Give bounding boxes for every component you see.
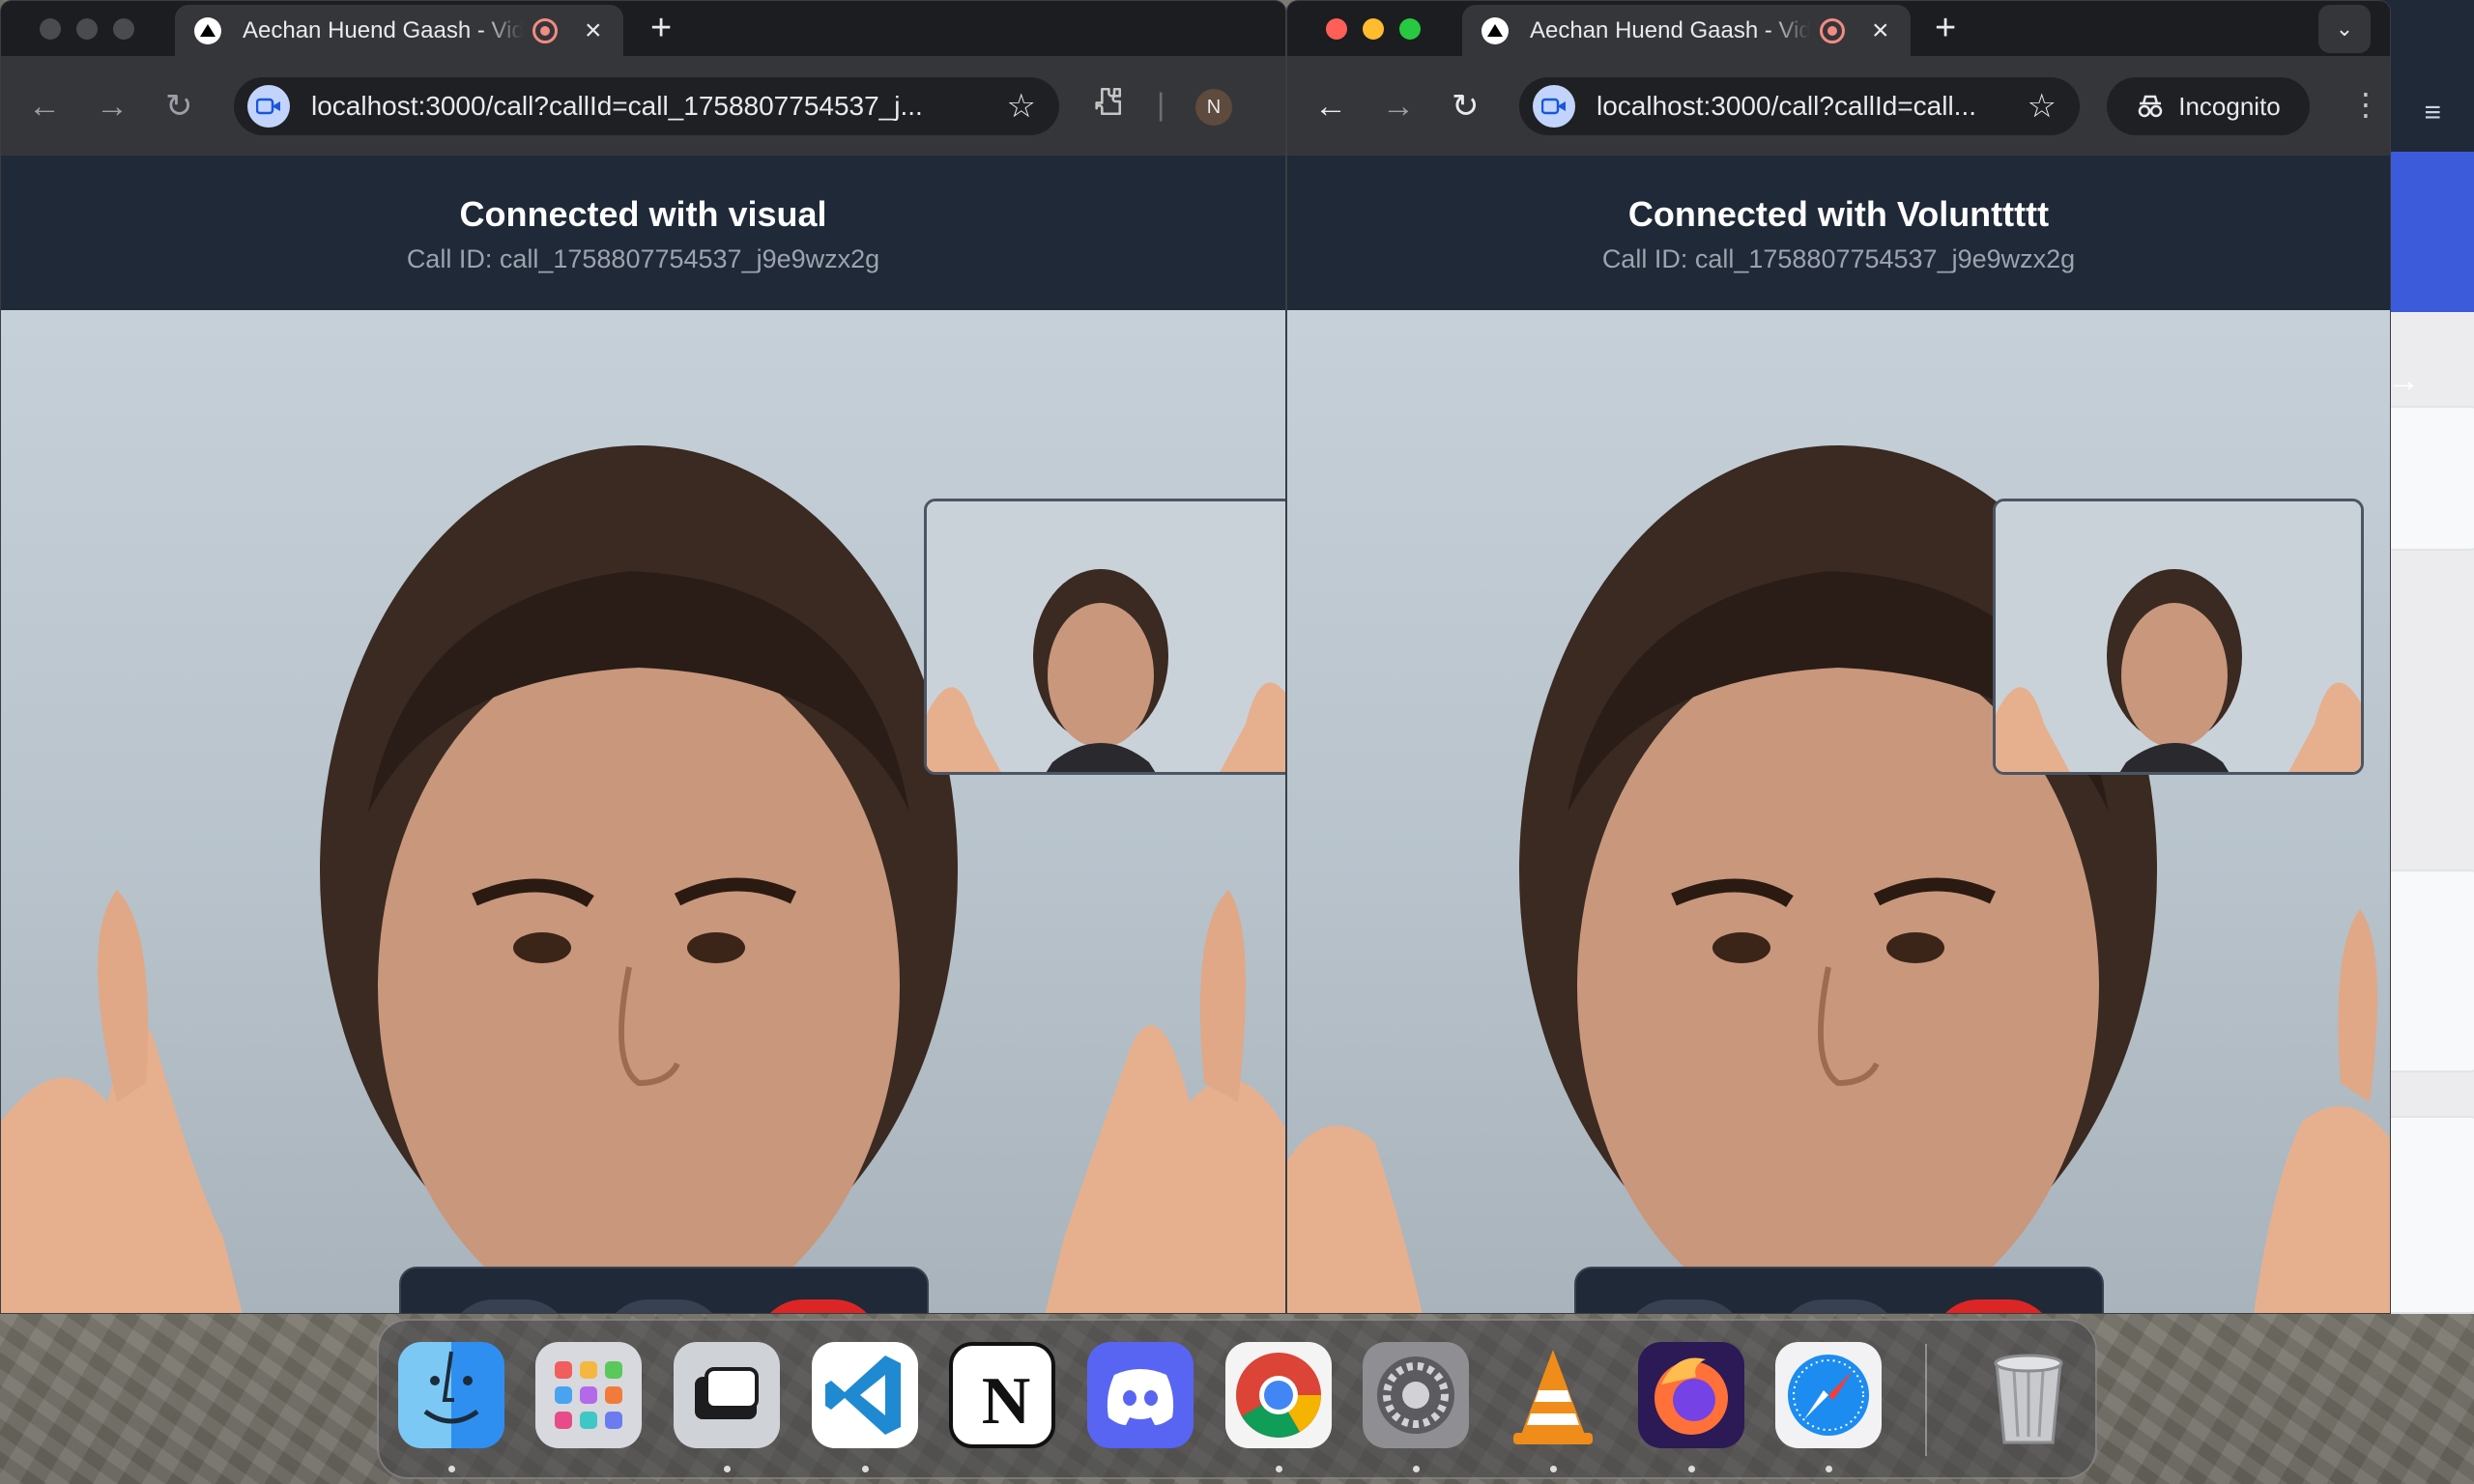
launchpad-app-icon[interactable]	[535, 1342, 642, 1448]
tab-strip: Aechan Huend Gaash - Video Call × + ⌄	[1287, 1, 2390, 56]
firefox-app-icon[interactable]	[1638, 1342, 1744, 1448]
system-settings-app-icon[interactable]	[1363, 1342, 1469, 1448]
call-header: Connected with visual Call ID: call_1758…	[1, 156, 1285, 310]
url-text[interactable]: localhost:3000/call?callId=call...	[1597, 91, 2010, 122]
notion-glyph: N	[982, 1364, 1031, 1439]
running-indicator	[1276, 1466, 1282, 1472]
incognito-icon	[2138, 95, 2163, 118]
end-call-button[interactable]	[1932, 1299, 2056, 1313]
back-icon[interactable]: ←	[1314, 87, 1347, 126]
close-tab-icon[interactable]: ×	[585, 15, 602, 45]
vlc-app-icon[interactable]	[1500, 1342, 1606, 1448]
video-camera-icon[interactable]	[247, 85, 290, 128]
window-controls	[40, 18, 134, 40]
running-indicator	[862, 1466, 869, 1472]
dock-separator	[1925, 1344, 1927, 1456]
running-indicator	[1688, 1466, 1695, 1472]
tab-title: Aechan Huend Gaash - Video Call	[243, 16, 523, 43]
local-video-frame	[927, 501, 1285, 772]
url-text[interactable]: localhost:3000/call?callId=call_17588077…	[311, 91, 990, 122]
new-tab-icon[interactable]: +	[1935, 9, 1956, 47]
notion-app-icon[interactable]: N	[949, 1342, 1055, 1448]
call-title: Connected with visual	[459, 194, 827, 234]
call-id: Call ID: call_1758807754537_j9e9wzx2g	[406, 244, 880, 273]
triangle-favicon-icon	[1482, 16, 1509, 44]
discord-app-icon[interactable]	[1087, 1342, 1194, 1448]
close-window-button[interactable]	[1326, 18, 1347, 40]
running-indicator	[1413, 1466, 1420, 1472]
forward-icon[interactable]: →	[1382, 87, 1415, 126]
window-controls	[1326, 18, 1421, 40]
maximize-window-button[interactable]	[113, 18, 134, 40]
new-tab-icon[interactable]: +	[650, 9, 672, 47]
incognito-indicator[interactable]: Incognito	[2107, 77, 2310, 135]
toggle-microphone-button[interactable]	[1623, 1299, 1746, 1313]
finder-app-icon[interactable]	[398, 1342, 504, 1448]
toggle-camera-button[interactable]	[1777, 1299, 1901, 1313]
toggle-microphone-button[interactable]	[447, 1299, 571, 1313]
stage-app-icon[interactable]	[674, 1342, 780, 1448]
address-bar[interactable]: localhost:3000/call?callId=call... ☆	[1519, 77, 2080, 135]
call-controls	[399, 1267, 929, 1313]
arrow-right-icon[interactable]: →	[2387, 362, 2420, 400]
video-camera-icon[interactable]	[1533, 85, 1575, 128]
bookmark-star-icon[interactable]: ☆	[1007, 87, 1036, 126]
forward-icon[interactable]: →	[96, 87, 129, 126]
reload-icon[interactable]: ↻	[165, 87, 193, 126]
profile-avatar[interactable]: N	[1195, 89, 1232, 126]
browser-window-left[interactable]: Aechan Huend Gaash - Video Call × + ← → …	[0, 0, 1286, 1314]
vscode-app-icon[interactable]	[812, 1342, 918, 1448]
browser-window-right[interactable]: Aechan Huend Gaash - Video Call × + ⌄ ← …	[1286, 0, 2391, 1314]
call-page: Connected with Volunttttt Call ID: call_…	[1287, 156, 2390, 1313]
running-indicator	[1550, 1466, 1557, 1472]
reload-icon[interactable]: ↻	[1452, 87, 1480, 126]
call-id: Call ID: call_1758807754537_j9e9wzx2g	[1601, 244, 2076, 273]
address-bar[interactable]: localhost:3000/call?callId=call_17588077…	[234, 77, 1059, 135]
back-icon[interactable]: ←	[28, 87, 61, 126]
minimize-window-button[interactable]	[76, 18, 98, 40]
hamburger-menu-icon[interactable]: ≡	[2424, 97, 2441, 129]
browser-toolbar: ← → ↻ localhost:3000/call?callId=call_17…	[1, 56, 1285, 156]
close-tab-icon[interactable]: ×	[1872, 15, 1889, 45]
safari-app-icon[interactable]	[1775, 1342, 1882, 1448]
tab-strip: Aechan Huend Gaash - Video Call × +	[1, 1, 1285, 56]
minimize-window-button[interactable]	[1363, 18, 1384, 40]
call-page: Connected with visual Call ID: call_1758…	[1, 156, 1285, 1313]
running-indicator	[448, 1466, 455, 1472]
running-indicator	[724, 1466, 731, 1472]
remote-video-frame	[1, 445, 1285, 1313]
extensions-puzzle-icon[interactable]	[1091, 85, 1124, 127]
toolbar-divider: |	[1157, 87, 1165, 122]
more-menu-icon[interactable]: ⋮	[1275, 85, 1285, 124]
local-video-frame	[1996, 501, 2361, 772]
local-video-preview[interactable]	[1993, 499, 2364, 775]
running-indicator	[1826, 1466, 1832, 1472]
chrome-app-icon[interactable]	[1225, 1342, 1332, 1448]
tab-title: Aechan Huend Gaash - Video Call	[1530, 16, 1810, 43]
tab-video-call[interactable]: Aechan Huend Gaash - Video Call ×	[1462, 5, 1911, 56]
remote-video-frame	[1287, 445, 2390, 1313]
recording-icon	[532, 17, 558, 43]
triangle-favicon-icon	[194, 16, 221, 44]
recording-icon	[1820, 17, 1845, 43]
end-call-button[interactable]	[757, 1299, 880, 1313]
browser-toolbar: ← → ↻ localhost:3000/call?callId=call...…	[1287, 56, 2390, 156]
remote-video	[1, 310, 1285, 1313]
close-window-button[interactable]	[40, 18, 61, 40]
call-title: Connected with Volunttttt	[1627, 194, 2050, 234]
more-menu-icon[interactable]: ⋮	[2350, 85, 2381, 124]
call-controls	[1574, 1267, 2104, 1313]
tab-search-chevron-icon[interactable]: ⌄	[2318, 5, 2371, 53]
toggle-camera-button[interactable]	[602, 1299, 726, 1313]
incognito-label: Incognito	[2178, 91, 2281, 121]
maximize-window-button[interactable]	[1399, 18, 1421, 40]
remote-video	[1287, 310, 2390, 1313]
call-header: Connected with Volunttttt Call ID: call_…	[1287, 156, 2390, 310]
tab-video-call[interactable]: Aechan Huend Gaash - Video Call ×	[175, 5, 623, 56]
macos-dock: N	[377, 1319, 2097, 1479]
trash-icon[interactable]	[1975, 1342, 2082, 1448]
bookmark-star-icon[interactable]: ☆	[2028, 87, 2057, 126]
local-video-preview[interactable]	[924, 499, 1285, 775]
